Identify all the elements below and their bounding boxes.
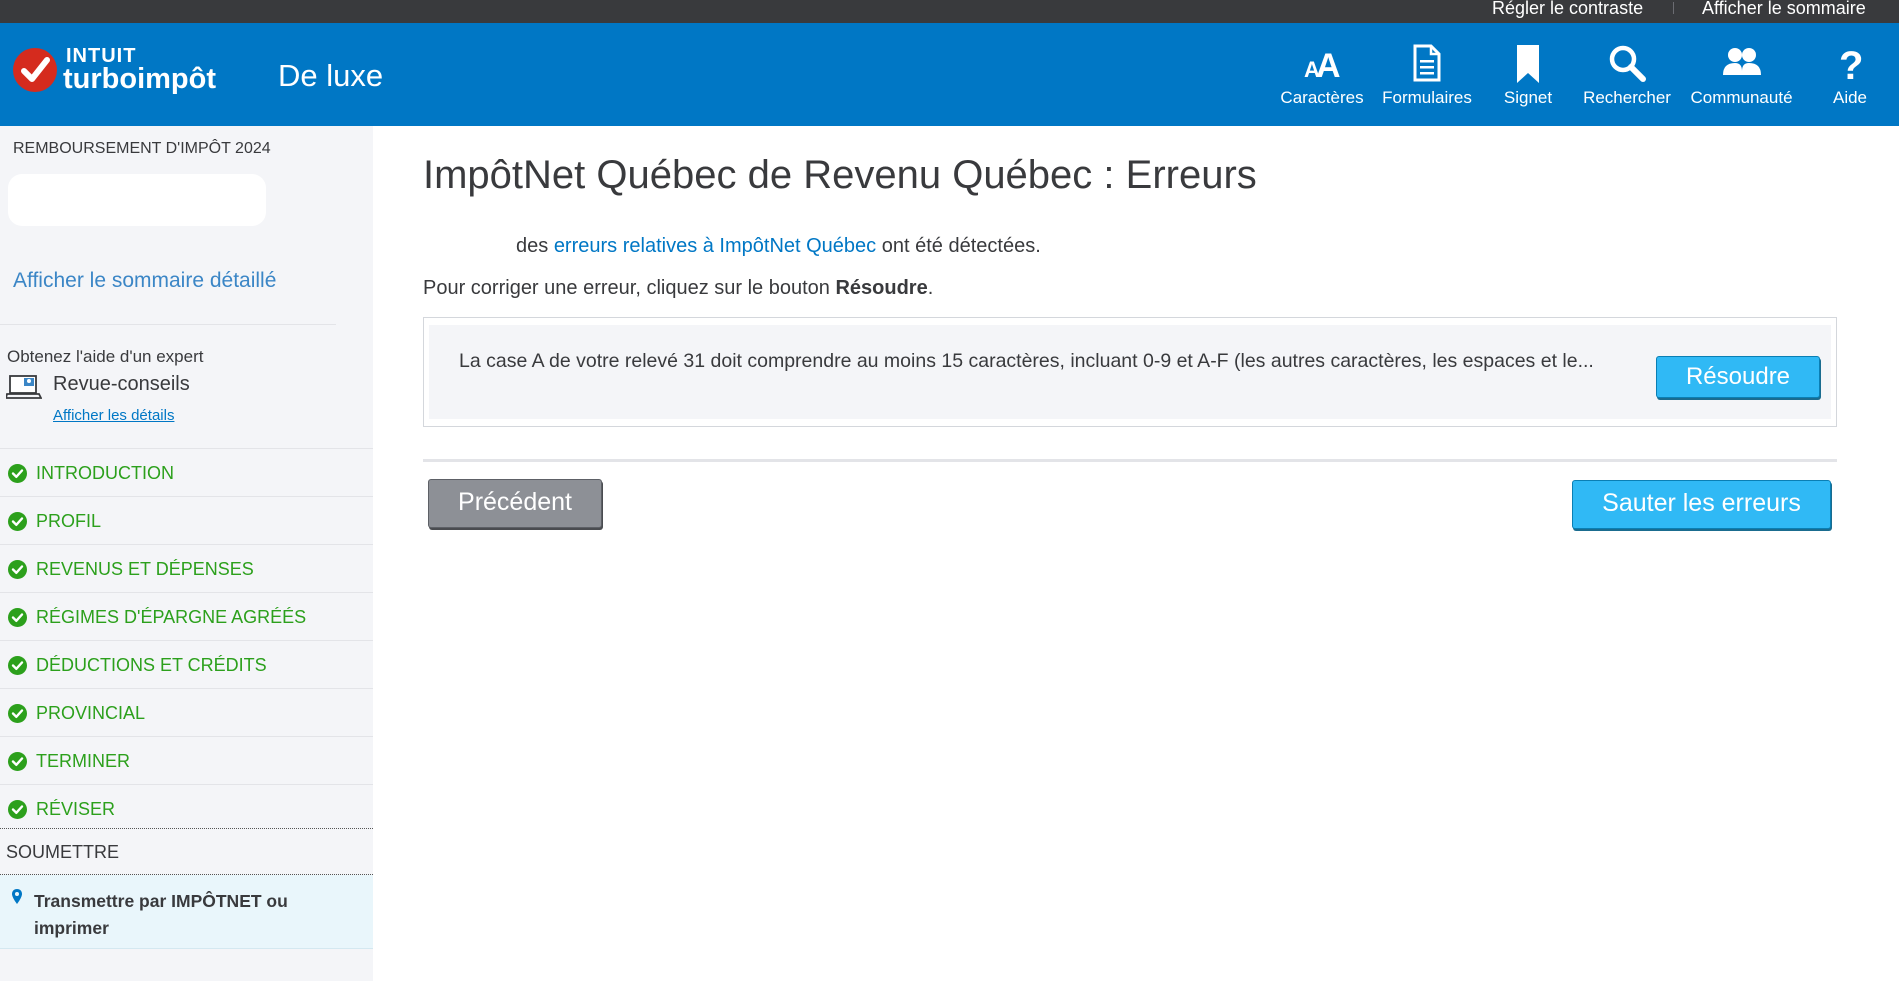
search-icon [1605, 41, 1649, 85]
checkmark-logo-icon[interactable] [13, 48, 57, 92]
sidebar-item-label: PROVINCIAL [36, 703, 146, 723]
skip-errors-button[interactable]: Sauter les erreurs [1572, 480, 1831, 529]
current-step-label: Transmettre par IMPÔTNET ou imprimer [34, 891, 288, 938]
sidebar-current-step[interactable]: Transmettre par IMPÔTNET ou imprimer [0, 875, 373, 949]
svg-text:?: ? [1839, 44, 1863, 85]
check-circle-icon [8, 608, 27, 627]
sidebar-item-label: REVENUS ET DÉPENSES [36, 559, 254, 579]
error-message: La case A de votre relevé 31 doit compre… [459, 350, 1594, 372]
summary-link[interactable]: Afficher le sommaire [1702, 0, 1866, 17]
content-divider [423, 459, 1837, 462]
error-summary-prefix: des [516, 235, 554, 257]
logo-product: turboimpôt [63, 63, 217, 95]
nav-forms-label: Formulaires [1382, 88, 1472, 107]
sidebar-item-label: PROFIL [36, 511, 102, 531]
sidebar-item-provincial[interactable]: PROVINCIAL [0, 689, 373, 737]
sidebar-item-label: SOUMETTRE [6, 842, 120, 862]
instruction-bold: Résoudre [835, 277, 928, 299]
show-details-link[interactable]: Afficher les détails [53, 407, 174, 424]
instruction-text: Pour corriger une erreur, cliquez sur le… [423, 277, 933, 300]
check-circle-icon [8, 656, 27, 675]
check-circle-icon [8, 560, 27, 579]
error-summary-suffix: ont été détectées. [876, 235, 1041, 257]
nav-bookmark[interactable]: Signet [1483, 23, 1573, 126]
sidebar-item-introduction[interactable]: INTRODUCTION [0, 449, 373, 497]
error-details-link[interactable]: erreurs relatives à ImpôtNet Québec [554, 235, 876, 257]
nav-community-label: Communauté [1690, 88, 1793, 107]
nav-search-label: Rechercher [1583, 88, 1671, 107]
redacted-amount [8, 174, 266, 226]
laptop-expert-icon [4, 373, 43, 408]
utility-bar: Régler le contraste Afficher le sommaire [0, 0, 1899, 23]
nav-help[interactable]: ? Aide [1810, 23, 1890, 126]
check-circle-icon [8, 704, 27, 723]
check-circle-icon [8, 800, 27, 819]
sidebar-item-label: DÉDUCTIONS ET CRÉDITS [36, 655, 267, 675]
nav-community[interactable]: Communauté [1684, 23, 1799, 126]
back-button[interactable]: Précédent [428, 479, 602, 528]
nav-characters[interactable]: AA Caractères [1272, 23, 1372, 126]
expert-help-label: Obtenez l'aide d'un expert [7, 347, 204, 366]
sidebar-item-label: RÉVISER [36, 799, 116, 819]
utility-divider [1673, 2, 1674, 14]
forms-icon [1405, 41, 1449, 85]
sidebar-item-label: INTRODUCTION [36, 463, 174, 483]
page-title: ImpôtNet Québec de Revenu Québec : Erreu… [423, 153, 1257, 197]
check-circle-icon [8, 752, 27, 771]
error-item: La case A de votre relevé 31 doit compre… [429, 325, 1831, 419]
review-label: Revue-conseils [53, 373, 190, 395]
check-circle-icon [8, 512, 27, 531]
sidebar-item-income[interactable]: REVENUS ET DÉPENSES [0, 545, 373, 593]
nav-characters-label: Caractères [1280, 88, 1364, 107]
nav-bookmark-label: Signet [1503, 88, 1553, 107]
community-icon [1720, 41, 1764, 85]
instruction-suffix: . [927, 277, 934, 299]
nav-help-label: Aide [1832, 88, 1868, 107]
nav-forms[interactable]: Formulaires [1377, 23, 1477, 126]
instruction-prefix: Pour corriger une erreur, cliquez sur le… [423, 277, 836, 299]
resolve-button[interactable]: Résoudre [1656, 356, 1820, 398]
refund-label: REMBOURSEMENT D'IMPÔT 2024 [13, 140, 271, 157]
svg-text:A: A [1316, 47, 1341, 85]
bookmark-icon [1506, 41, 1550, 85]
check-circle-icon [8, 464, 27, 483]
sidebar-item-savings-plans[interactable]: RÉGIMES D'ÉPARGNE AGRÉÉS [0, 593, 373, 641]
sidebar-item-deductions[interactable]: DÉDUCTIONS ET CRÉDITS [0, 641, 373, 689]
sidebar-item-submit[interactable]: SOUMETTRE [0, 828, 373, 875]
contrast-link[interactable]: Régler le contraste [1492, 0, 1643, 17]
sidebar-item-review[interactable]: RÉVISER [0, 785, 373, 833]
help-icon: ? [1828, 41, 1872, 88]
sidebar-item-finish[interactable]: TERMINER [0, 737, 373, 785]
text-size-icon: AA [1300, 41, 1344, 85]
detailed-summary-link[interactable]: Afficher le sommaire détaillé [13, 269, 276, 293]
nav-search[interactable]: Rechercher [1577, 23, 1677, 126]
sidebar-item-label: RÉGIMES D'ÉPARGNE AGRÉÉS [36, 607, 307, 627]
edition-label: De luxe [278, 58, 384, 93]
sidebar-item-label: TERMINER [36, 751, 130, 771]
error-list: La case A de votre relevé 31 doit compre… [423, 317, 1837, 427]
sidebar-divider [0, 324, 336, 325]
sidebar: REMBOURSEMENT D'IMPÔT 2024 Afficher le s… [0, 126, 373, 981]
location-pin-icon [11, 888, 23, 911]
error-summary-text: des erreurs relatives à ImpôtNet Québec … [516, 235, 1041, 258]
sidebar-item-profile[interactable]: PROFIL [0, 497, 373, 545]
